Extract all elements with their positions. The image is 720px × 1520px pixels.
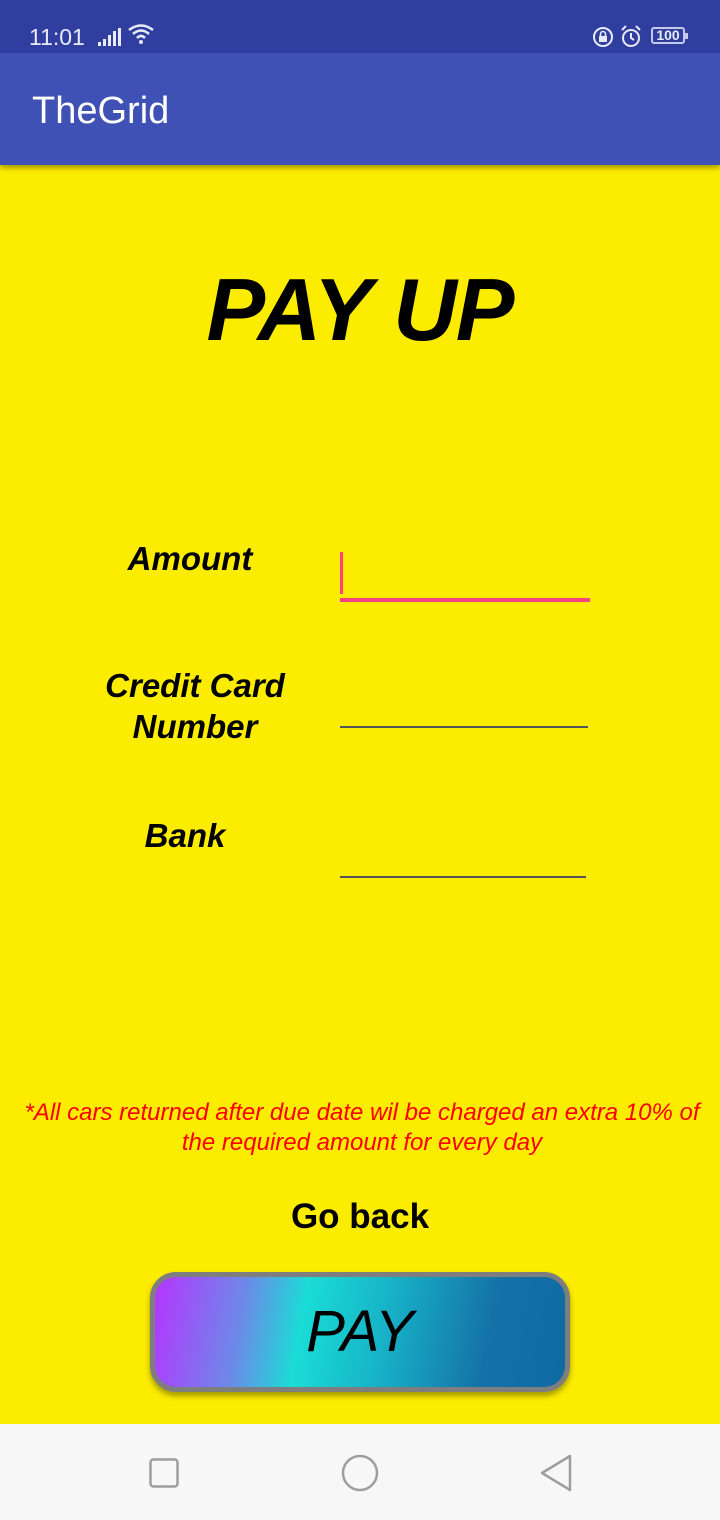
pay-button[interactable]: PAY [150,1272,570,1392]
amount-label: Amount [127,540,253,577]
page-title: PAY UP [206,260,515,359]
battery-icon: 100 [651,27,688,44]
back-icon[interactable] [538,1454,574,1497]
app-bar: TheGrid [0,53,720,165]
home-icon[interactable] [341,1454,379,1497]
screen: 11:01 100 TheGrid PAY UP Amount Credit C… [0,0,720,1520]
credit-card-label: Credit Card Number [105,667,285,745]
late-fee-notice: *All cars returned after due date wil be… [24,1099,700,1156]
recent-apps-icon[interactable] [149,1458,179,1493]
navigation-bar [0,1424,720,1520]
signal-icon [98,28,122,51]
wifi-icon [128,24,154,49]
go-back-link[interactable]: Go back [260,1194,460,1240]
rotation-lock-icon [592,26,614,53]
amount-input[interactable] [340,548,590,602]
status-bar: 11:01 100 [0,0,720,53]
credit-card-input[interactable] [340,680,588,728]
app-title: TheGrid [32,90,170,132]
bank-label: Bank [144,817,226,854]
bank-input[interactable] [340,830,586,878]
text-cursor [340,552,343,594]
status-time: 11:01 [29,24,85,50]
alarm-icon [620,25,642,54]
